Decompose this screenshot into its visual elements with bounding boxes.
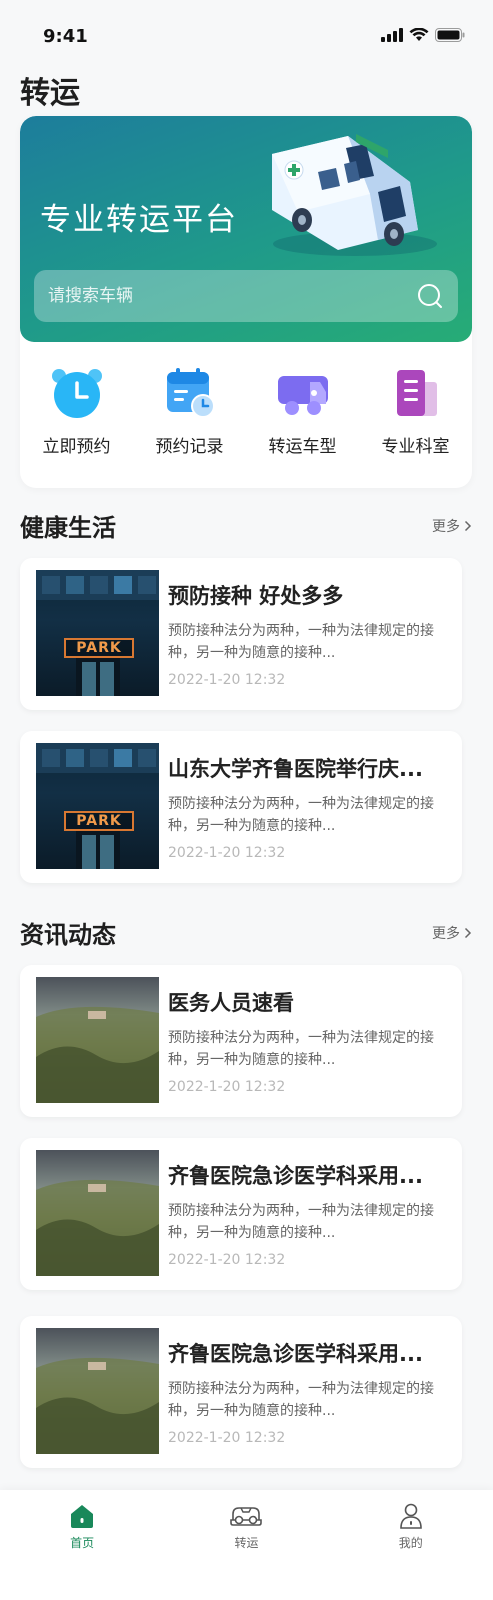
status-bar: 9:41	[0, 0, 493, 66]
article-thumbnail	[36, 1328, 159, 1454]
article-title: 齐鲁医院急诊医学科采用...	[168, 1164, 423, 1188]
chevron-right-icon	[464, 927, 472, 938]
tab-label: 首页	[70, 1536, 95, 1550]
article-thumbnail: PARK	[36, 743, 159, 869]
article-thumbnail: PARK	[36, 570, 159, 696]
ambulance-illustration	[272, 134, 437, 256]
user-icon	[400, 1503, 422, 1529]
article-card[interactable]: 齐鲁医院急诊医学科采用... 预防接种法分为两种，一种为法律规定的接种，另一种为…	[20, 1138, 462, 1290]
search-icon[interactable]	[416, 282, 444, 310]
article-description: 预防接种法分为两种，一种为法律规定的接种，另一种为随意的接种...	[168, 623, 434, 661]
section-title: 资讯动态	[20, 921, 116, 949]
quick-action-vehicle-types[interactable]: 转运车型	[253, 366, 353, 476]
car-icon	[230, 1507, 263, 1526]
building-icon	[389, 366, 443, 420]
article-time: 2022-1-20 12:32	[168, 672, 286, 688]
quick-action-label: 立即预约	[42, 437, 111, 457]
article-time: 2022-1-20 12:32	[168, 1252, 286, 1268]
search-box[interactable]	[34, 270, 458, 322]
health-section-header: 健康生活 更多	[20, 508, 472, 543]
more-label: 更多	[432, 925, 460, 942]
tab-bar: 首页 转运 我的	[0, 1490, 493, 1600]
more-link[interactable]: 更多	[432, 516, 472, 536]
tab-label: 我的	[398, 1536, 423, 1550]
tab-mine[interactable]: 我的	[361, 1490, 461, 1600]
wifi-icon	[409, 28, 429, 41]
article-description: 预防接种法分为两种，一种为法律规定的接种，另一种为随意的接种...	[168, 1030, 434, 1068]
more-link[interactable]: 更多	[432, 923, 472, 943]
article-time: 2022-1-20 12:32	[168, 1079, 286, 1095]
quick-action-departments[interactable]: 专业科室	[366, 366, 466, 476]
article-thumbnail	[36, 1150, 159, 1276]
article-description: 预防接种法分为两种，一种为法律规定的接种，另一种为随意的接种...	[168, 1381, 434, 1419]
status-time: 9:41	[43, 25, 88, 47]
quick-actions: 立即预约 预约记录 转运车型 专业科室	[20, 366, 472, 476]
banner: 专业转运平台	[20, 116, 472, 342]
article-card[interactable]: 医务人员速看 预防接种法分为两种，一种为法律规定的接种，另一种为随意的接种...…	[20, 965, 462, 1117]
quick-action-label: 专业科室	[381, 437, 450, 457]
tab-transfer[interactable]: 转运	[196, 1490, 296, 1600]
chevron-right-icon	[464, 520, 472, 531]
article-description: 预防接种法分为两种，一种为法律规定的接种，另一种为随意的接种...	[168, 796, 434, 834]
article-title: 齐鲁医院急诊医学科采用...	[168, 1342, 423, 1366]
page-title: 转运	[20, 76, 80, 111]
status-icons	[381, 28, 465, 42]
article-card[interactable]: 齐鲁医院急诊医学科采用... 预防接种法分为两种，一种为法律规定的接种，另一种为…	[20, 1316, 462, 1468]
tab-home[interactable]: 首页	[32, 1490, 132, 1600]
more-label: 更多	[432, 518, 460, 535]
signal-icon	[381, 28, 403, 42]
battery-icon	[435, 28, 465, 42]
quick-action-label: 预约记录	[155, 437, 224, 457]
hero-card: 专业转运平台 请搜索车辆 立即预约 预约记录 转运车型 专业科室	[20, 116, 472, 488]
section-title: 健康生活	[20, 514, 116, 542]
truck-icon	[276, 366, 330, 420]
article-card[interactable]: PARK 预防接种 好处多多 预防接种法分为两种，一种为法律规定的接种，另一种为…	[20, 558, 462, 710]
quick-action-label: 转运车型	[268, 437, 337, 457]
article-time: 2022-1-20 12:32	[168, 1430, 286, 1446]
banner-title: 专业转运平台	[40, 202, 238, 238]
article-description: 预防接种法分为两种，一种为法律规定的接种，另一种为随意的接种...	[168, 1203, 434, 1241]
search-input[interactable]	[48, 286, 416, 306]
news-section-header: 资讯动态 更多	[20, 915, 472, 950]
article-time: 2022-1-20 12:32	[168, 845, 286, 861]
quick-action-book-now[interactable]: 立即预约	[27, 366, 127, 476]
article-title: 山东大学齐鲁医院举行庆...	[168, 757, 423, 781]
article-title: 医务人员速看	[168, 991, 294, 1015]
tab-label: 转运	[234, 1536, 259, 1550]
park-sign: PARK	[64, 811, 134, 831]
calendar-icon	[163, 366, 217, 420]
alarm-clock-icon	[50, 366, 104, 420]
article-title: 预防接种 好处多多	[168, 584, 344, 608]
article-card[interactable]: PARK 山东大学齐鲁医院举行庆... 预防接种法分为两种，一种为法律规定的接种…	[20, 731, 462, 883]
park-sign: PARK	[64, 638, 134, 658]
quick-action-booking-records[interactable]: 预约记录	[140, 366, 240, 476]
article-thumbnail	[36, 977, 159, 1103]
home-icon	[71, 1505, 94, 1528]
